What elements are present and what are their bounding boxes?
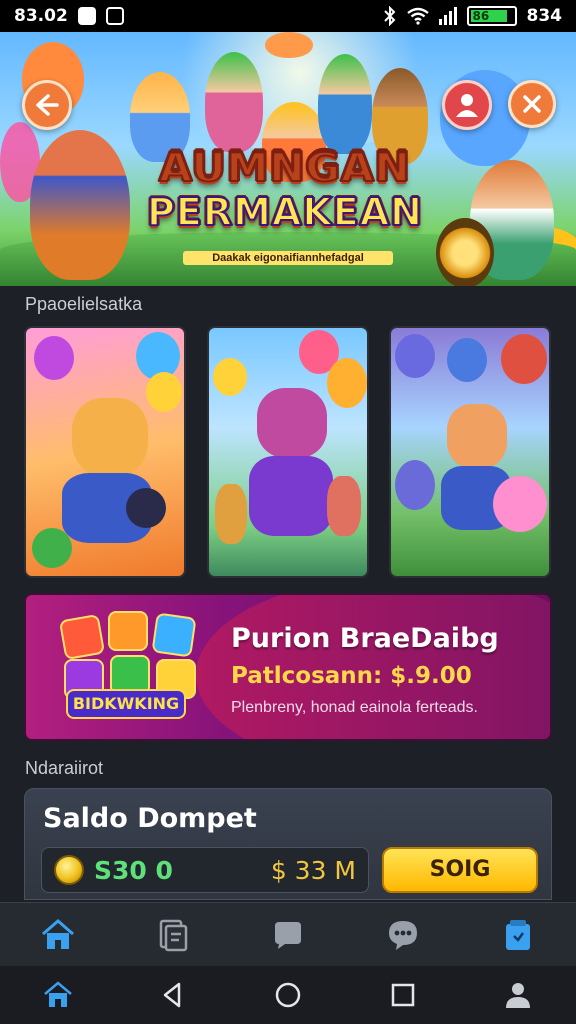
bottom-tab-bar <box>0 902 576 966</box>
character-dragon <box>501 334 547 384</box>
balloon-decoration <box>213 358 247 396</box>
tab-home[interactable] <box>28 908 88 962</box>
circle-home-icon <box>275 982 301 1008</box>
person-icon <box>506 983 531 1008</box>
character-cat <box>257 388 327 458</box>
character-boy <box>447 404 507 468</box>
wallet-title: Saldo Dompet <box>43 803 257 834</box>
status-time: 83.02 <box>14 6 68 26</box>
promo-title: Purion BraeDaibg <box>231 623 499 654</box>
character-cat <box>395 460 435 510</box>
game-card-2[interactable] <box>207 326 369 578</box>
wallet-action-button[interactable]: SOIG <box>382 847 538 893</box>
character-kid <box>215 484 247 544</box>
library-icon <box>159 919 188 951</box>
home-icon <box>43 981 72 1007</box>
character-cat <box>447 338 487 382</box>
profile-button[interactable] <box>442 80 492 130</box>
promo-price: Patlcosann: $.9.00 <box>231 663 472 689</box>
character-kid <box>327 476 361 536</box>
wallet-balance: S30 0 <box>94 855 173 885</box>
tab-community[interactable] <box>373 908 433 962</box>
promo-description: Plenbreny, honad eainola ferteads. <box>231 699 478 716</box>
signal-icon <box>438 7 457 25</box>
home-icon <box>41 918 74 949</box>
bluetooth-icon <box>383 6 395 26</box>
character-girl <box>205 52 263 152</box>
character-fox <box>30 130 130 280</box>
tile-icon <box>108 611 148 651</box>
hero-title-line1: AUMNGAN <box>130 143 440 191</box>
notification-icon <box>77 7 96 25</box>
coin-icon <box>54 855 84 885</box>
hero-subtitle: Daakak eigonaifiannhefadgal <box>183 251 393 265</box>
wallet-card: Saldo Dompet S30 0 $ 33 M SOIG <box>24 788 552 900</box>
status-right-text: 834 <box>526 6 563 26</box>
tile-icon <box>151 612 197 658</box>
character-pig <box>493 476 547 532</box>
system-nav-bar <box>0 966 576 1024</box>
nav-home-circle-button[interactable] <box>258 970 318 1020</box>
character-body <box>249 456 333 536</box>
character-kid-green <box>318 54 372 154</box>
wifi-icon <box>406 7 429 25</box>
wallet-value: $ 33 M <box>270 855 356 885</box>
game-cards <box>24 326 552 578</box>
game-card-3[interactable] <box>389 326 551 578</box>
nav-back-button[interactable] <box>143 970 203 1020</box>
character-fox <box>72 398 148 478</box>
recents-icon <box>391 983 415 1007</box>
games-section-label: Ppaoelielsatka <box>25 294 143 314</box>
back-icon <box>163 982 181 1008</box>
community-icon <box>389 920 418 950</box>
app-screen: 83.02 86 834 AUMNGAN PERMAKEAN Daakak ei… <box>0 0 576 1024</box>
battery-text: 86 <box>472 9 490 23</box>
status-bar: 83.02 86 834 <box>0 0 576 32</box>
coin-wheel-icon <box>436 218 494 286</box>
tab-library[interactable] <box>143 908 203 962</box>
character-cat <box>126 488 166 528</box>
hero-title-line2: PERMAKEAN <box>146 189 423 235</box>
chat-icon <box>274 921 301 949</box>
promo-banner[interactable]: BIDKWKING Purion BraeDaibg Patlcosann: $… <box>24 593 552 741</box>
balloon-decoration <box>34 336 74 380</box>
nav-recents-button[interactable] <box>373 970 433 1020</box>
game-card-1[interactable] <box>24 326 186 578</box>
battery-icon: 86 <box>466 6 517 26</box>
hero-title: AUMNGAN PERMAKEAN <box>130 143 440 236</box>
app-notification-icon <box>105 7 124 25</box>
character-dino <box>32 528 72 568</box>
promo-badge: BIDKWKING <box>66 689 186 719</box>
arrow-left-icon <box>36 94 59 116</box>
close-button[interactable] <box>508 80 556 128</box>
balloon-decoration <box>265 32 313 58</box>
balloon-decoration <box>146 372 182 412</box>
character-cat <box>395 334 435 378</box>
back-button[interactable] <box>22 80 72 130</box>
balloon-decoration <box>327 358 367 408</box>
nav-profile-button[interactable] <box>488 970 548 1020</box>
tile-icon <box>58 613 106 661</box>
tab-chat[interactable] <box>258 908 318 962</box>
close-icon <box>523 95 541 113</box>
wallet-balance-field: S30 0 $ 33 M <box>41 847 369 893</box>
wallet-section-label: Ndaraiirot <box>25 758 104 778</box>
bag-icon <box>506 919 531 950</box>
hero-banner[interactable]: AUMNGAN PERMAKEAN Daakak eigonaifiannhef… <box>0 32 576 286</box>
nav-home-button[interactable] <box>28 970 88 1020</box>
tab-bag[interactable] <box>488 908 548 962</box>
user-icon <box>456 94 478 117</box>
